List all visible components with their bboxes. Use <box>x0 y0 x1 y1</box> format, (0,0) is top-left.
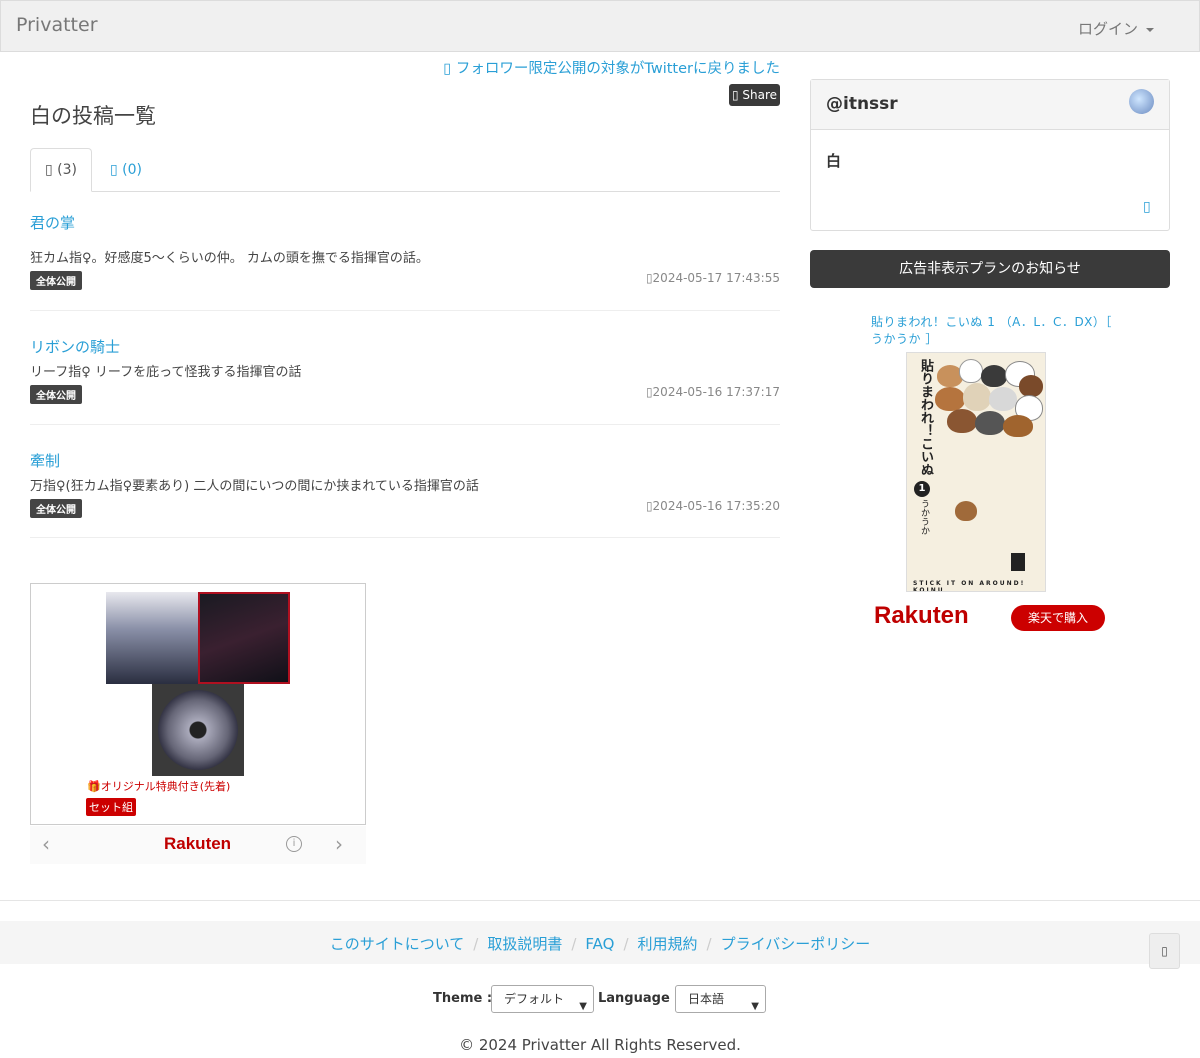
tab-posts[interactable]: ▯ (3) <box>30 148 92 192</box>
buy-on-rakuten-button[interactable]: 楽天で購入 <box>1011 605 1105 631</box>
share-icon: ▯ <box>731 88 739 102</box>
album-cover-image <box>106 592 198 684</box>
copyright: © 2024 Privatter All Rights Reserved. <box>459 1036 741 1054</box>
chevron-down-icon: ▼ <box>751 1001 759 1012</box>
share-label: Share <box>742 88 778 102</box>
visibility-badge: 全体公開 <box>30 499 82 518</box>
footer-link-privacy[interactable]: プライバシーポリシー <box>721 935 871 953</box>
caret-down-icon <box>1146 27 1155 32</box>
ad-free-plan-button[interactable]: 広告非表示プランのお知らせ <box>810 250 1170 288</box>
chevron-right-icon[interactable]: › <box>335 832 343 856</box>
ad-product-title[interactable]: 貼りまわれ！こいぬ 1 （A．L．C．DX）［ うかうか ］ <box>871 314 1121 348</box>
book-cover-footer: STICK IT ON AROUND! KOINU <box>913 580 1026 592</box>
book-cover-image[interactable]: 貼りまわれ！こいぬ 1 うかうか STICK IT ON AROUND! KOI… <box>906 352 1046 592</box>
clock-icon: ▯ <box>645 499 653 513</box>
album-cover-image <box>198 592 290 684</box>
avatar[interactable] <box>1129 89 1154 114</box>
set-badge: セット組 <box>86 798 136 816</box>
chevron-left-icon[interactable]: ‹ <box>42 832 50 856</box>
post-description: 狂カム指♀。好感度5〜くらいの仲。 カムの頭を撫でる指揮官の話。 <box>30 251 429 266</box>
ad-carousel-bar: ‹ Rakuten i › <box>30 826 366 864</box>
post-date: ▯2024-05-17 17:43:55 <box>645 271 780 285</box>
post-divider <box>30 310 780 311</box>
theme-label: Theme : <box>433 991 493 1006</box>
post-date: ▯2024-05-16 17:35:20 <box>645 499 780 513</box>
posts-icon: ▯ <box>44 162 53 178</box>
language-value: 日本語 <box>688 992 725 1006</box>
footer-link-about[interactable]: このサイトについて <box>330 935 465 953</box>
theme-value: デフォルト <box>504 992 565 1006</box>
post-title[interactable]: 牽制 <box>30 450 60 471</box>
login-dropdown[interactable]: ログイン <box>1078 18 1155 39</box>
notice-text: フォロワー限定公開の対象がTwitterに戻りました <box>455 61 780 77</box>
gift-icon: 🎁 <box>87 780 101 793</box>
visibility-badge: 全体公開 <box>30 271 82 290</box>
post-title[interactable]: 君の掌 <box>30 212 75 233</box>
footer-link-faq[interactable]: FAQ <box>585 935 614 953</box>
post-divider <box>30 537 780 538</box>
post-divider <box>30 424 780 425</box>
footer-links: このサイトについて / 取扱説明書 / FAQ / 利用規約 / プライバシーポリシー <box>329 935 871 953</box>
profile-name: 白 <box>826 152 842 170</box>
post-description: リーフ指♀ リーフを庇って怪我する指揮官の話 <box>30 365 302 380</box>
login-label: ログイン <box>1078 20 1139 38</box>
info-icon[interactable]: i <box>286 836 302 852</box>
language-label: Language : <box>598 991 680 1006</box>
page-title: 白の投稿一覧 <box>30 104 156 128</box>
post-date: ▯2024-05-16 17:37:17 <box>645 385 780 399</box>
rakuten-logo: Rakuten <box>874 602 969 629</box>
clock-icon: ▯ <box>645 385 653 399</box>
ad-banner-left[interactable]: 🎁オリジナル特典付き(先着) セット組 <box>30 583 366 825</box>
language-select[interactable]: 日本語 ▼ <box>675 985 766 1013</box>
info-icon: ▯ <box>443 61 456 77</box>
book-cover-title: 貼りまわれ！こいぬ <box>918 359 933 476</box>
chevron-down-icon: ▼ <box>579 1001 587 1012</box>
tab-drafts-count: (0) <box>122 162 142 178</box>
post-title[interactable]: リボンの騎士 <box>30 336 120 357</box>
share-button[interactable]: ▯ Share <box>729 84 780 106</box>
arrow-up-icon: ▯ <box>1161 944 1168 958</box>
profile-handle[interactable]: @itnssr <box>826 94 898 114</box>
notice-link[interactable]: ▯ フォロワー限定公開の対象がTwitterに戻りました <box>418 57 780 78</box>
cd-disc-image <box>152 684 244 776</box>
back-to-top-button[interactable]: ▯ <box>1149 933 1180 969</box>
theme-select[interactable]: デフォルト ▼ <box>491 985 594 1013</box>
footer-link-manual[interactable]: 取扱説明書 <box>487 935 562 953</box>
book-cover-author: うかうか <box>919 499 929 535</box>
footer-divider <box>0 900 1200 901</box>
drafts-icon: ▯ <box>109 162 118 178</box>
tab-drafts[interactable]: ▯ (0) <box>102 148 150 192</box>
brand-link[interactable]: Privatter <box>16 14 98 36</box>
tab-posts-count: (3) <box>57 162 77 178</box>
book-cover-volume: 1 <box>914 481 930 497</box>
post-description: 万指♀(狂カム指♀要素あり) 二人の間にいつの間にか挟まれている指揮官の話 <box>30 479 479 494</box>
ad-tagline: 🎁オリジナル特典付き(先着) <box>87 780 231 793</box>
navbar <box>0 0 1200 52</box>
visibility-badge: 全体公開 <box>30 385 82 404</box>
footer-link-terms[interactable]: 利用規約 <box>638 935 698 953</box>
rakuten-logo: Rakuten <box>164 834 232 853</box>
clock-icon: ▯ <box>645 271 653 285</box>
external-link-icon[interactable]: ▯ <box>1143 199 1151 215</box>
